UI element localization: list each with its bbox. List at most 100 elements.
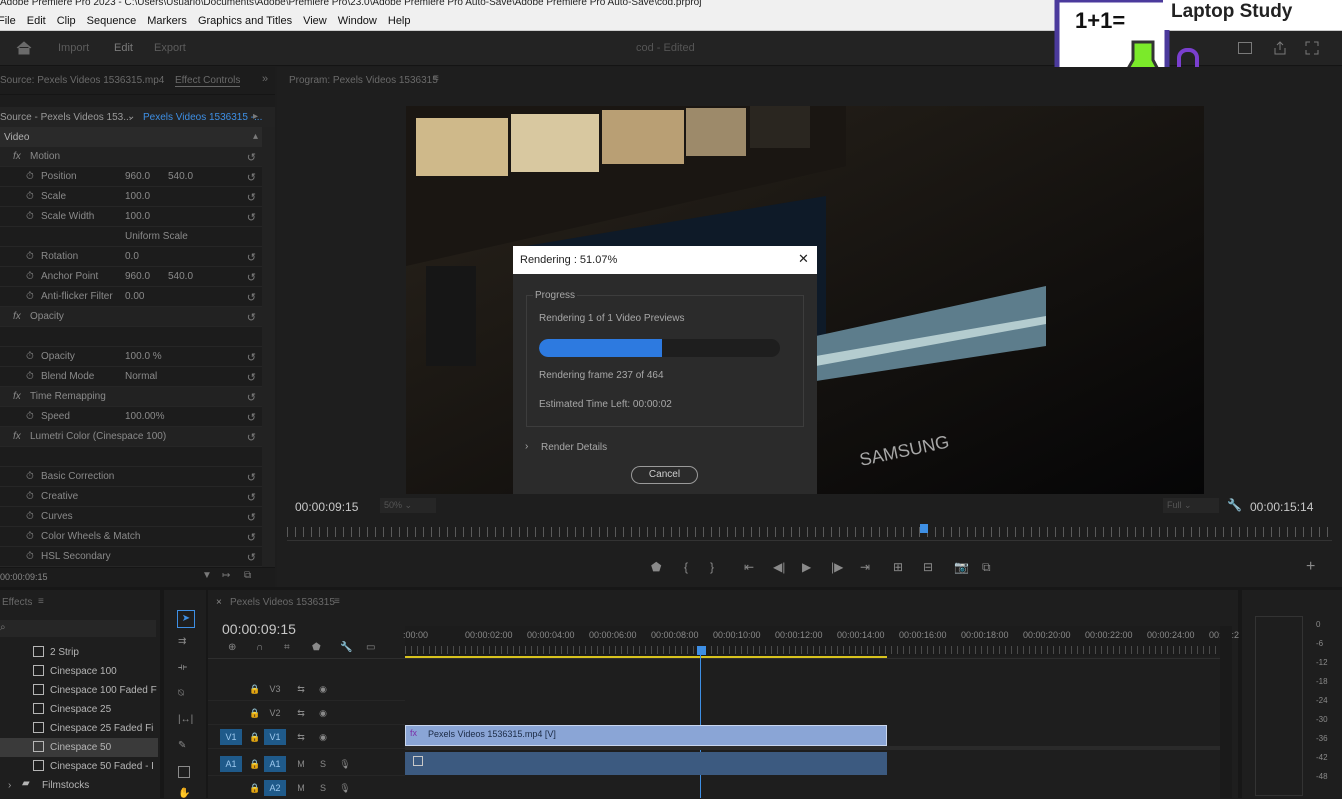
reset-icon[interactable]: ↺	[247, 251, 256, 264]
reset-icon[interactable]: ↺	[247, 471, 256, 484]
menu-view[interactable]: View	[303, 15, 327, 27]
lock-icon[interactable]: 🔒	[244, 756, 266, 772]
effects-title[interactable]: Effects	[2, 597, 32, 608]
effect-row[interactable]: fx Time Remapping ↺	[0, 387, 262, 407]
stopwatch-icon[interactable]: ⏱	[26, 271, 34, 282]
fx-icon[interactable]: fx	[13, 151, 21, 162]
source-patch-v1[interactable]: V1	[220, 729, 242, 745]
effect-row[interactable]: ⏱ Scale 100.0 ↺	[0, 187, 262, 207]
reset-icon[interactable]: ↺	[247, 551, 256, 564]
add-marker-icon[interactable]: ⬟	[651, 560, 661, 574]
eye-icon[interactable]: ◉	[312, 681, 334, 697]
cancel-button[interactable]: Cancel	[631, 466, 698, 484]
reset-icon[interactable]: ↺	[247, 171, 256, 184]
audio-clip[interactable]	[405, 752, 887, 775]
effect-row-value2[interactable]: 540.0	[168, 271, 193, 282]
reset-icon[interactable]: ↺	[247, 311, 256, 324]
track-name[interactable]: A2	[264, 780, 286, 796]
lock-icon[interactable]: 🔒	[244, 705, 266, 721]
effect-row[interactable]: ⏱ Color Wheels & Match ↺	[0, 527, 262, 547]
tab-import[interactable]: Import	[58, 42, 89, 54]
menu-icon[interactable]: ≡	[433, 73, 439, 84]
step-forward-icon[interactable]: |▶	[831, 560, 843, 574]
stopwatch-icon[interactable]: ⏱	[26, 551, 34, 562]
home-icon[interactable]	[16, 41, 32, 55]
reset-icon[interactable]: ↺	[247, 211, 256, 224]
eye-icon[interactable]: ◉	[312, 705, 334, 721]
effect-row[interactable]: ⏱ HSL Secondary ↺	[0, 547, 262, 567]
effect-row[interactable]: ⏱ Curves ↺	[0, 507, 262, 527]
effect-row[interactable]: ⏱ Creative ↺	[0, 487, 262, 507]
reset-icon[interactable]: ↺	[247, 511, 256, 524]
sync-icon[interactable]: ⇆	[290, 681, 312, 697]
camera-icon[interactable]: 📷	[954, 560, 969, 574]
effect-row-value[interactable]: 100.0	[125, 211, 150, 222]
effect-row[interactable]: ⏱ Opacity 100.0 % ↺	[0, 347, 262, 367]
effect-row[interactable]	[0, 327, 262, 347]
effect-preset-item[interactable]: Cinespace 50	[0, 738, 158, 757]
fx-icon[interactable]: fx	[13, 391, 21, 402]
mute-button[interactable]: M	[290, 780, 312, 796]
effect-row[interactable]: ⏱ Position 960.0 540.0 ↺	[0, 167, 262, 187]
reset-icon[interactable]: ↺	[247, 411, 256, 424]
stopwatch-icon[interactable]: ⏱	[26, 371, 34, 382]
stopwatch-icon[interactable]: ⏱	[26, 531, 34, 542]
stopwatch-icon[interactable]: ⏱	[26, 511, 34, 522]
effect-row-value2[interactable]: 540.0	[168, 171, 193, 182]
rectangle-icon[interactable]	[178, 766, 190, 778]
effect-preset-item[interactable]: Cinespace 25	[0, 700, 158, 719]
stopwatch-icon[interactable]: ⏱	[26, 291, 34, 302]
tab-effect-controls[interactable]: Effect Controls	[175, 75, 241, 87]
reset-icon[interactable]: ↺	[247, 271, 256, 284]
solo-button[interactable]: S	[312, 756, 334, 772]
mute-button[interactable]: M	[290, 756, 312, 772]
menu-window[interactable]: Window	[338, 15, 377, 27]
effect-preset-item[interactable]: Cinespace 50 Faded - I	[0, 757, 158, 776]
lock-icon[interactable]: 🔒	[244, 729, 266, 745]
close-icon[interactable]: ×	[216, 597, 222, 608]
captions-icon[interactable]: ▭	[366, 642, 375, 653]
lift-icon[interactable]: ⊞	[893, 560, 903, 574]
effects-search[interactable]: ⌕	[0, 620, 156, 637]
nest-icon[interactable]: ⊕	[228, 642, 236, 653]
extract-icon[interactable]: ⊟	[923, 560, 933, 574]
reset-icon[interactable]: ↺	[247, 151, 256, 164]
hand-icon[interactable]: ✋	[178, 788, 190, 799]
play-icon[interactable]: ▶	[802, 560, 811, 574]
track-name[interactable]: V1	[264, 729, 286, 745]
timeline-scrollbar[interactable]	[1220, 626, 1232, 798]
fx-icon[interactable]: fx	[13, 311, 21, 322]
effect-row[interactable]: ⏱ Anti-flicker Filter 0.00 ↺	[0, 287, 262, 307]
effect-row[interactable]: fx Motion ↺	[0, 147, 262, 167]
effect-row[interactable]: fx Lumetri Color (Cinespace 100) ↺	[0, 427, 262, 447]
menu-markers[interactable]: Markers	[147, 15, 187, 27]
snap-icon[interactable]: ∩	[256, 642, 263, 653]
comparison-icon[interactable]: ⧉	[982, 560, 991, 575]
selection-tool-icon[interactable]: ➤	[177, 610, 195, 628]
timeline-tab[interactable]: Pexels Videos 1536315	[230, 597, 335, 608]
reset-icon[interactable]: ↺	[247, 431, 256, 444]
play-small-icon[interactable]: ▸	[253, 111, 258, 122]
stopwatch-icon[interactable]: ⏱	[26, 211, 34, 222]
solo-button[interactable]: S	[312, 780, 334, 796]
lock-icon[interactable]: 🔒	[244, 681, 266, 697]
razor-icon[interactable]: ⍉	[178, 688, 184, 699]
folder-row[interactable]: › ▰ Filmstocks	[0, 776, 158, 795]
microphone-icon[interactable]: 🎙	[334, 780, 356, 796]
effect-row-value[interactable]: 100.00%	[125, 411, 164, 422]
panel-menu-icon[interactable]: ⧉	[244, 570, 251, 581]
track-name[interactable]: A1	[264, 756, 286, 772]
lock-icon[interactable]: 🔒	[244, 780, 266, 796]
microphone-icon[interactable]: 🎙	[334, 756, 356, 772]
mark-in-icon[interactable]: {	[684, 560, 688, 574]
sync-icon[interactable]: ⇆	[290, 705, 312, 721]
tab-export[interactable]: Export	[154, 42, 186, 54]
step-back-icon[interactable]: ◀|	[773, 560, 785, 574]
menu-icon[interactable]: ≡	[334, 596, 340, 607]
stopwatch-icon[interactable]: ⏱	[26, 411, 34, 422]
go-to-in-icon[interactable]: ⇤	[744, 560, 754, 574]
reset-icon[interactable]: ↺	[247, 491, 256, 504]
marker-icon[interactable]: ⬟	[312, 642, 321, 653]
sync-icon[interactable]: ⇆	[290, 729, 312, 745]
stopwatch-icon[interactable]: ⏱	[26, 251, 34, 262]
